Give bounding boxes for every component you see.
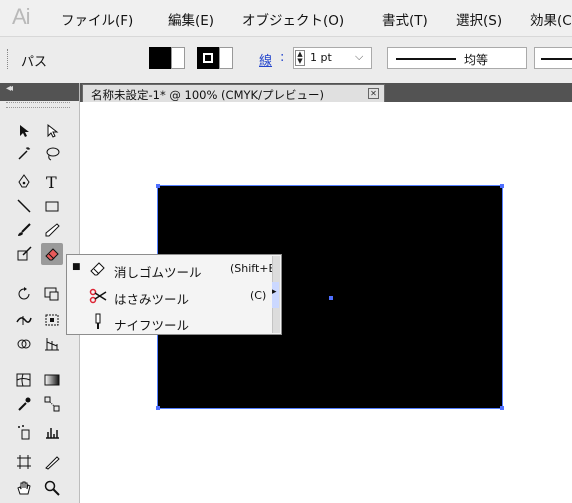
stroke-weight-value: 1 pt (310, 51, 332, 64)
symbol-sprayer-tool-icon[interactable] (13, 421, 35, 443)
chevron-down-icon[interactable]: ⌵ (355, 50, 363, 64)
menu-edit[interactable]: 編集(E) (168, 9, 214, 29)
zoom-tool-icon[interactable] (41, 477, 63, 499)
magic-wand-tool-icon[interactable] (13, 143, 35, 165)
stroke-colon: : (280, 50, 285, 65)
collapse-icon[interactable]: ◂◂ (6, 83, 13, 94)
gradient-tool-icon[interactable] (41, 369, 63, 391)
width-tool-icon[interactable] (13, 309, 35, 331)
flyout-item-scissors[interactable]: はさみツール (C) (67, 283, 281, 309)
eraser-tool-icon[interactable] (41, 243, 63, 265)
slice-tool-icon[interactable] (41, 451, 63, 473)
shape-builder-tool-icon[interactable] (13, 333, 35, 355)
stroke-swatch[interactable] (197, 47, 219, 69)
selection-type-label: パス (21, 55, 48, 70)
menu-bar: Ai ファイル(F) 編集(E) オブジェクト(O) 書式(T) 選択(S) 効… (0, 0, 572, 36)
profile-preview-line (396, 58, 456, 60)
eyedropper-tool-icon[interactable] (13, 393, 35, 415)
fill-swatch[interactable] (149, 47, 171, 69)
menu-type[interactable]: 書式(T) (382, 9, 428, 29)
panel-grip[interactable] (6, 102, 70, 108)
anchor-point[interactable] (156, 184, 160, 188)
stroke-dropdown[interactable] (219, 47, 233, 69)
center-point[interactable] (329, 296, 333, 300)
rotate-tool-icon[interactable] (13, 283, 35, 305)
anchor-point[interactable] (500, 184, 504, 188)
stroke-weight-field[interactable]: ▲ ▼ 1 pt ⌵ (293, 47, 372, 69)
stroke-panel-link[interactable]: 線 (259, 50, 272, 69)
stroke-profile-select[interactable]: 均等 (387, 47, 527, 69)
svg-text:T: T (46, 174, 57, 190)
flyout-item-label: 消しゴムツール (114, 265, 202, 280)
mesh-tool-icon[interactable] (13, 369, 35, 391)
eraser-icon (89, 260, 107, 278)
type-tool-icon[interactable]: T (41, 171, 63, 193)
perspective-grid-tool-icon[interactable] (41, 333, 63, 355)
flyout-item-label: ナイフツール (114, 318, 190, 333)
pen-tool-icon[interactable] (13, 171, 35, 193)
submenu-arrow-icon: ▸ (272, 287, 277, 297)
anchor-point[interactable] (156, 406, 160, 410)
line-tool-icon[interactable] (13, 195, 35, 217)
control-bar: パス 線 : ▲ ▼ 1 pt ⌵ 均等 (0, 36, 572, 85)
knife-icon (89, 313, 107, 331)
lasso-tool-icon[interactable] (41, 143, 63, 165)
document-tab-bar: 名称未設定-1* @ 100% (CMYK/プレビュー) ✕ (80, 83, 572, 102)
direct-selection-tool-icon[interactable] (41, 120, 63, 142)
document-tab[interactable]: 名称未設定-1* @ 100% (CMYK/プレビュー) ✕ (82, 84, 385, 102)
anchor-point[interactable] (500, 406, 504, 410)
fill-dropdown[interactable] (171, 47, 185, 69)
app-logo: Ai (12, 4, 31, 29)
column-graph-tool-icon[interactable] (41, 421, 63, 443)
eraser-tool-flyout: ■ 消しゴムツール (Shift+E) はさみツール (C) ナイフツール ▸ (66, 254, 282, 335)
rectangle-tool-icon[interactable] (41, 195, 63, 217)
hand-tool-icon[interactable] (13, 477, 35, 499)
close-icon[interactable]: ✕ (368, 88, 379, 99)
flyout-item-eraser[interactable]: ■ 消しゴムツール (Shift+E) (67, 256, 281, 282)
pencil-tool-icon[interactable] (41, 219, 63, 241)
menu-object[interactable]: オブジェクト(O) (242, 9, 344, 29)
selection-tool-icon[interactable] (13, 120, 35, 142)
scissors-icon (89, 287, 107, 305)
panel-grip[interactable] (7, 49, 10, 69)
stroke-profile-label: 均等 (464, 53, 489, 67)
flyout-tearoff-highlight[interactable]: ▸ (272, 282, 279, 308)
scale-tool-icon[interactable] (41, 283, 63, 305)
free-transform-tool-icon[interactable] (41, 309, 63, 331)
tools-panel-header: ◂◂ (0, 83, 79, 101)
flyout-item-knife[interactable]: ナイフツール (67, 309, 281, 335)
spinner-icon[interactable]: ▲ ▼ (295, 50, 305, 66)
blend-tool-icon[interactable] (41, 393, 63, 415)
brush-definition-select[interactable] (534, 47, 572, 69)
blob-brush-tool-icon[interactable] (13, 243, 35, 265)
artboard-tool-icon[interactable] (13, 451, 35, 473)
menu-effect[interactable]: 効果(C (530, 9, 572, 29)
active-tool-bullet: ■ (72, 262, 81, 272)
brush-preview-line (541, 58, 572, 60)
flyout-item-shortcut: (C) (250, 289, 267, 302)
menu-file[interactable]: ファイル(F) (61, 9, 133, 29)
flyout-item-label: はさみツール (114, 292, 190, 307)
menu-select[interactable]: 選択(S) (456, 9, 502, 29)
document-tab-title: 名称未設定-1* @ 100% (CMYK/プレビュー) (91, 88, 324, 102)
paintbrush-tool-icon[interactable] (13, 219, 35, 241)
